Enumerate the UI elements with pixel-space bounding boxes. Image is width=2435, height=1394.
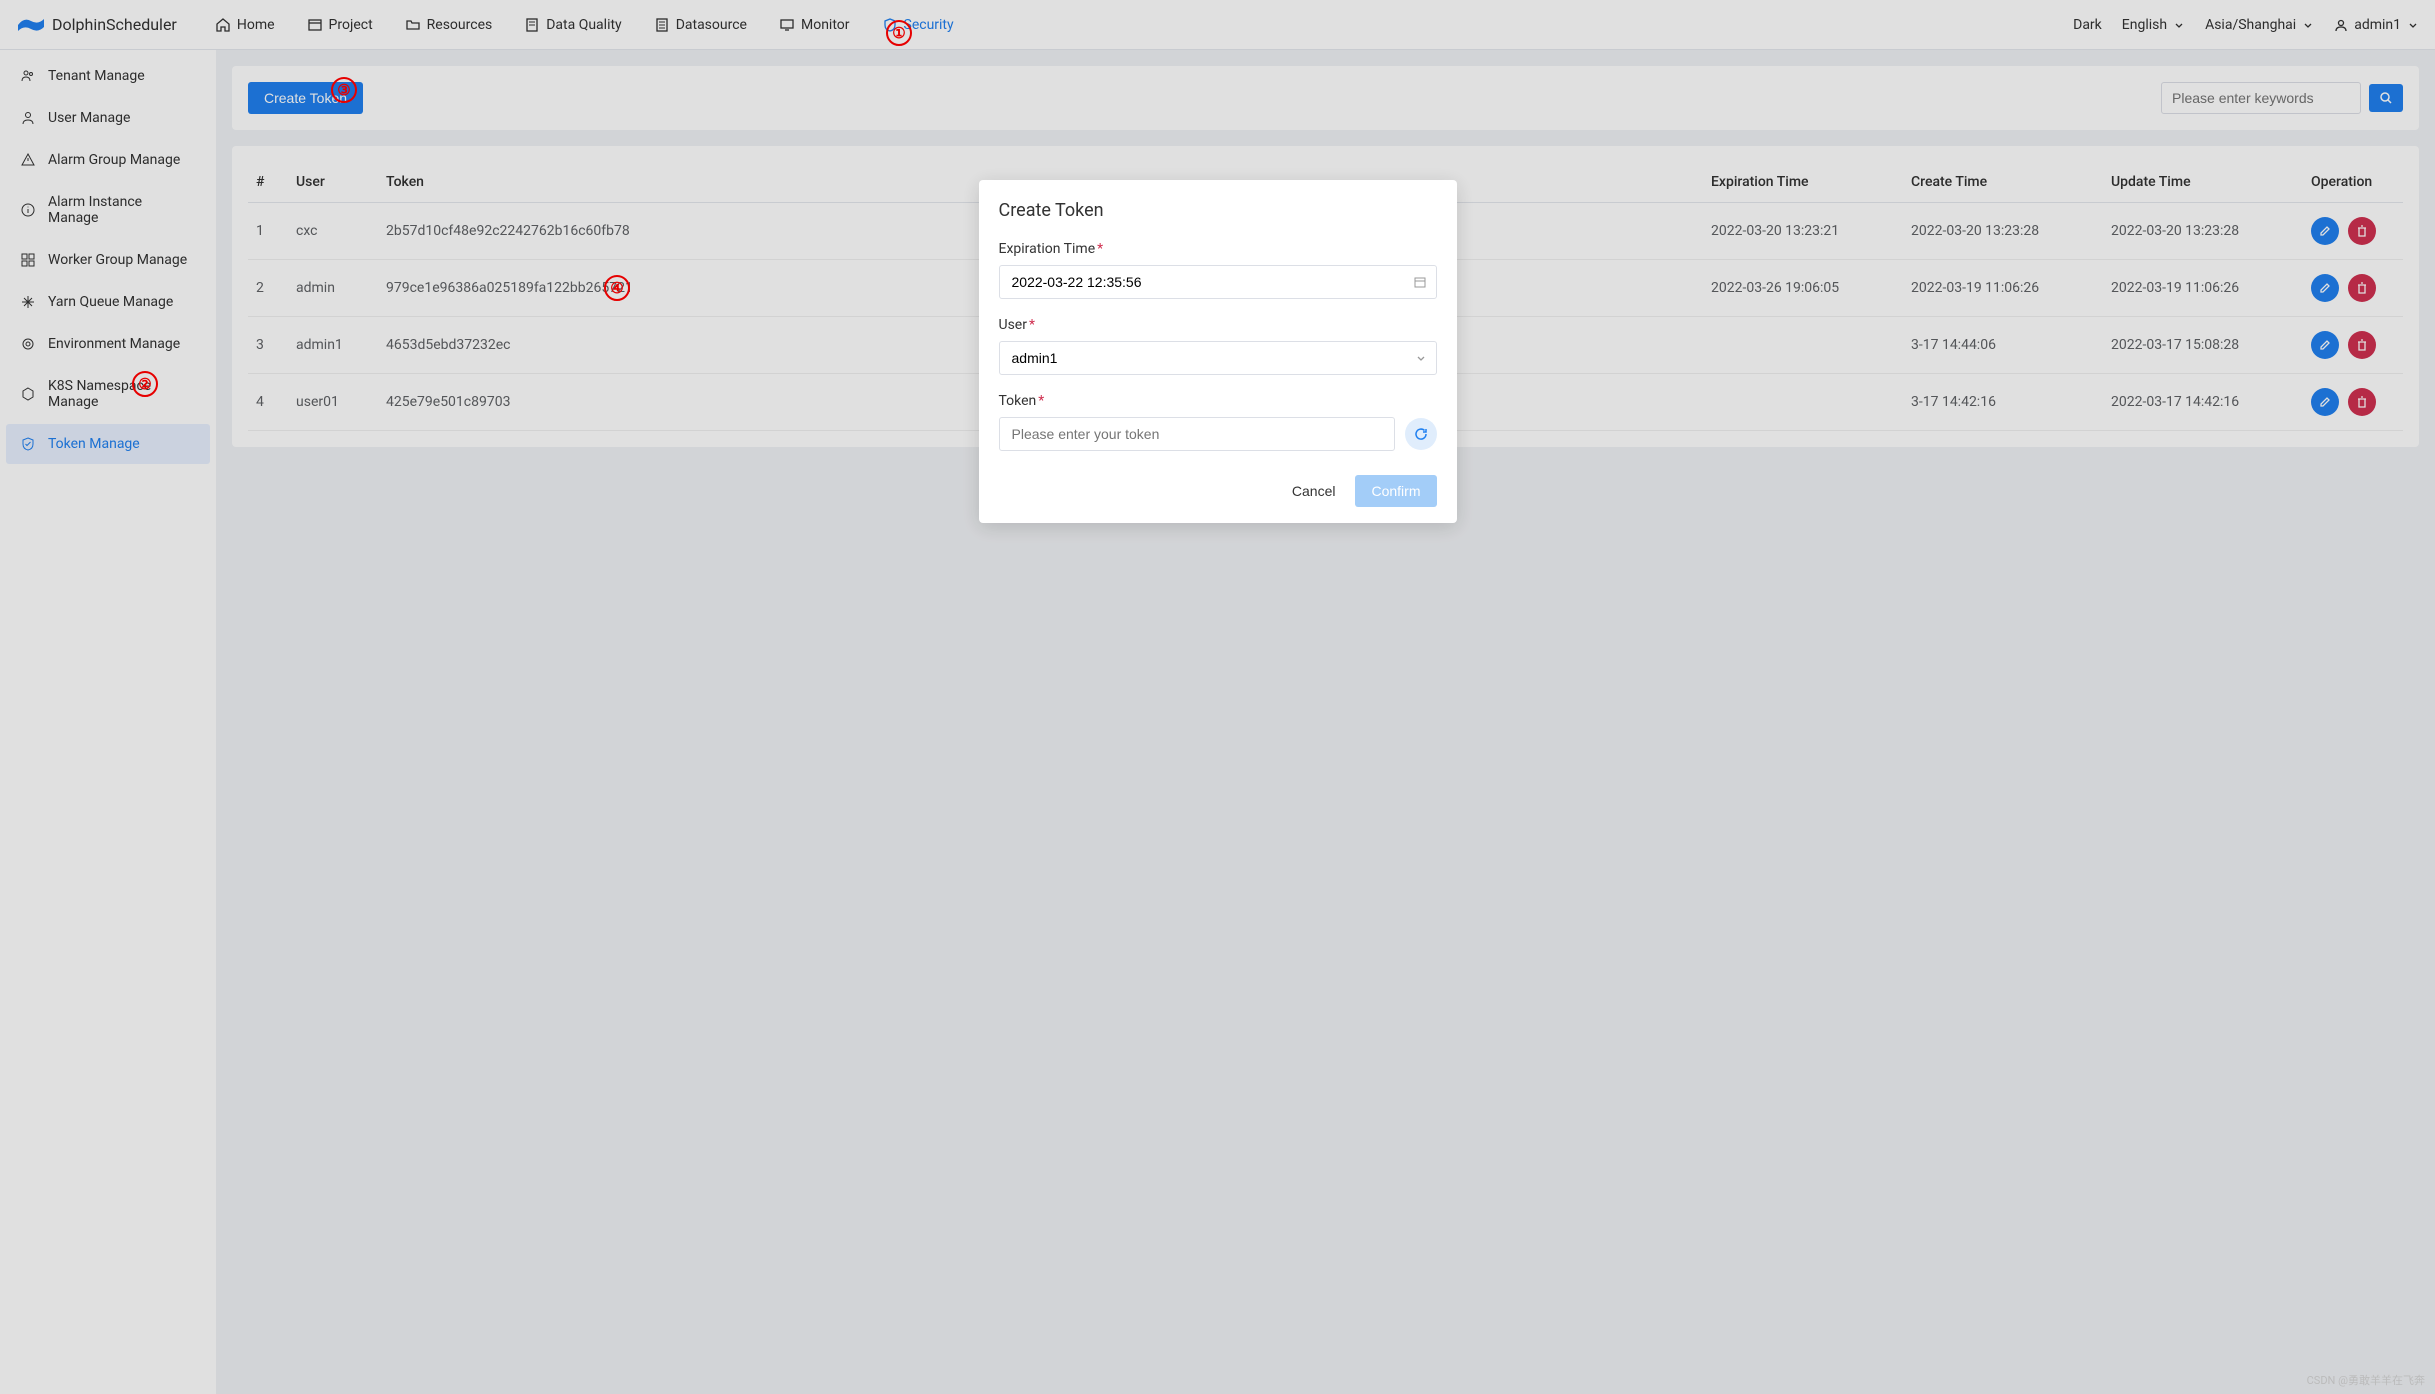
modal-overlay[interactable]: Create Token Expiration Time* User* Toke… (0, 0, 2435, 1394)
modal-footer: Cancel Confirm (999, 475, 1437, 507)
modal-title: Create Token (999, 200, 1437, 221)
refresh-icon (1413, 426, 1429, 442)
calendar-icon (1413, 275, 1427, 289)
expiration-input[interactable] (999, 265, 1437, 299)
create-token-modal: Create Token Expiration Time* User* Toke… (979, 180, 1457, 523)
form-group-user: User* (999, 317, 1437, 375)
token-input[interactable] (999, 417, 1395, 451)
generate-token-button[interactable] (1405, 418, 1437, 450)
form-group-expiration: Expiration Time* (999, 241, 1437, 299)
cancel-button[interactable]: Cancel (1288, 475, 1340, 507)
user-select[interactable] (999, 341, 1437, 375)
watermark: CSDN @勇敢羊羊在飞奔 (2307, 1372, 2425, 1388)
required-mark: * (1038, 393, 1044, 409)
token-label: Token* (999, 393, 1437, 409)
confirm-button[interactable]: Confirm (1355, 475, 1436, 507)
form-group-token: Token* (999, 393, 1437, 451)
required-mark: * (1097, 241, 1103, 257)
required-mark: * (1029, 317, 1035, 333)
expiration-label: Expiration Time* (999, 241, 1437, 257)
chevron-down-icon (1415, 352, 1427, 364)
user-label: User* (999, 317, 1437, 333)
